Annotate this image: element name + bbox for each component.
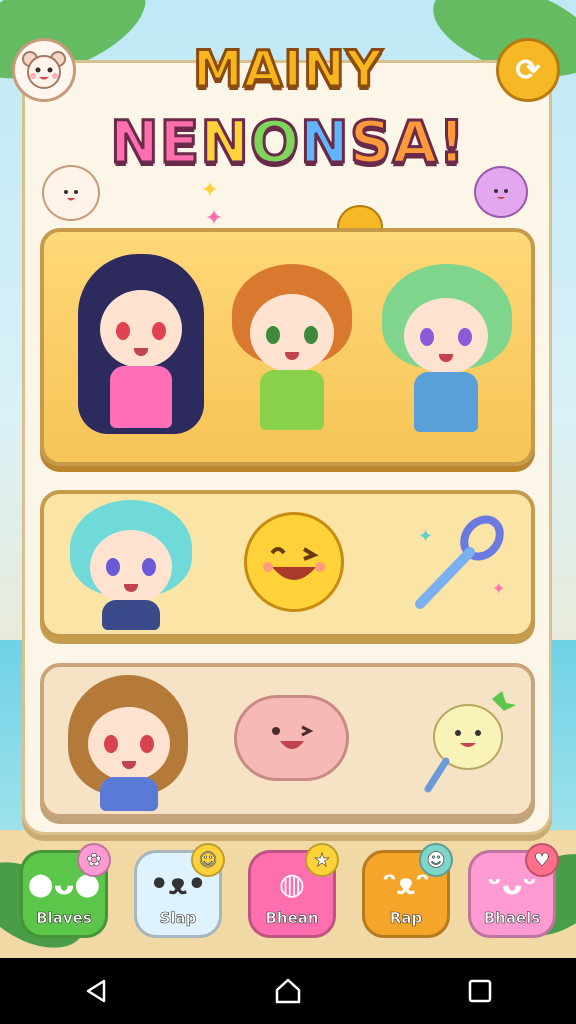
bear-face-icon <box>22 51 66 89</box>
recents-square-icon <box>468 979 492 1003</box>
refresh-button[interactable]: ⟳ <box>496 38 560 102</box>
system-navigation-bar <box>0 958 576 1024</box>
flower-icon: ✿ <box>77 843 111 877</box>
sparkle-icon: ✦ <box>204 205 224 230</box>
character-eye <box>104 735 118 753</box>
character-outfit <box>414 372 478 432</box>
character-emoji-card[interactable]: ✦ ✦ <box>40 490 535 638</box>
bottom-button-rap[interactable]: ᵔᴥᵔ ☻ Rap <box>362 843 453 938</box>
character-eye <box>142 558 156 576</box>
sparkle-icon: ✦ <box>200 177 220 202</box>
refresh-icon: ⟳ <box>515 53 541 87</box>
bottom-button-blaves[interactable]: ●ᴗ● ✿ Blaves <box>20 843 111 938</box>
potion-icon: ◍ <box>278 867 306 902</box>
character-outfit <box>260 370 324 430</box>
bottom-button-label: Slap <box>159 909 197 928</box>
bear-profile-button[interactable] <box>12 38 76 102</box>
character-eye <box>266 326 280 344</box>
back-button[interactable] <box>66 961 126 1021</box>
character-blob-card[interactable] <box>40 663 535 818</box>
title-segment: O <box>248 107 301 178</box>
character-brown-hair[interactable] <box>64 671 194 815</box>
bottom-button-bhaels[interactable]: ᵕᴗᵕ ♥ Bhaels <box>468 843 559 938</box>
svg-text:✦: ✦ <box>492 579 505 598</box>
character-eye <box>116 322 130 340</box>
svg-text:✦: ✦ <box>418 526 433 547</box>
laughing-face-icon[interactable] <box>244 512 344 612</box>
home-icon <box>275 978 301 1004</box>
radish-pet-icon[interactable] <box>422 689 522 799</box>
purple-monster-sticker-icon <box>474 166 528 218</box>
smile-icon: ☺ <box>191 843 225 877</box>
character-face <box>100 290 182 368</box>
bear-sticker-icon <box>42 165 100 221</box>
character-outfit <box>110 366 172 428</box>
title-segment: SA! <box>348 107 466 178</box>
character-eye <box>140 735 154 753</box>
home-button[interactable] <box>258 961 318 1021</box>
title-segment: N <box>199 107 251 178</box>
character-outfit <box>100 777 158 811</box>
bubble-icon: ☻ <box>419 843 453 877</box>
bottom-button-label: Rap <box>389 909 423 928</box>
character-face <box>88 707 170 781</box>
character-teal-hair[interactable] <box>66 496 196 634</box>
title-segment: NE <box>109 107 201 178</box>
star-icon: ★ <box>305 843 339 877</box>
bottom-button-bhean[interactable]: ◍ ★ Bhean <box>248 843 339 938</box>
game-title-line1: MAINY <box>191 39 384 100</box>
cloud-face-icon[interactable] <box>234 695 349 781</box>
character-girl-green-hair[interactable] <box>372 254 522 449</box>
character-eye <box>106 558 120 576</box>
character-eye <box>304 326 318 344</box>
character-outfit <box>102 600 160 630</box>
character-face <box>250 294 334 372</box>
character-eye <box>420 328 434 346</box>
character-trio-card[interactable] <box>40 228 535 466</box>
bottom-button-slap[interactable]: •ᴥ• ☺ Slap <box>134 843 225 938</box>
bottom-button-label: Blaves <box>36 909 92 928</box>
back-triangle-icon <box>86 979 106 1003</box>
bottom-button-label: Bhean <box>265 909 319 928</box>
game-title-line2: NENONSA! <box>0 107 576 178</box>
fox-icon: ᵔᴥᵔ <box>382 867 430 902</box>
magic-wand-icon[interactable]: ✦ ✦ <box>404 508 514 618</box>
character-eye <box>152 322 166 340</box>
recents-button[interactable] <box>450 961 510 1021</box>
heart-icon: ♥ <box>525 843 559 877</box>
title-segment: N <box>299 107 351 178</box>
bottom-button-label: Bhaels <box>483 909 541 928</box>
character-eye <box>458 328 472 346</box>
character-face <box>90 530 172 604</box>
character-boy-orange-hair[interactable] <box>222 254 362 449</box>
character-girl-dark-hair[interactable] <box>66 244 216 449</box>
character-face <box>404 298 488 374</box>
